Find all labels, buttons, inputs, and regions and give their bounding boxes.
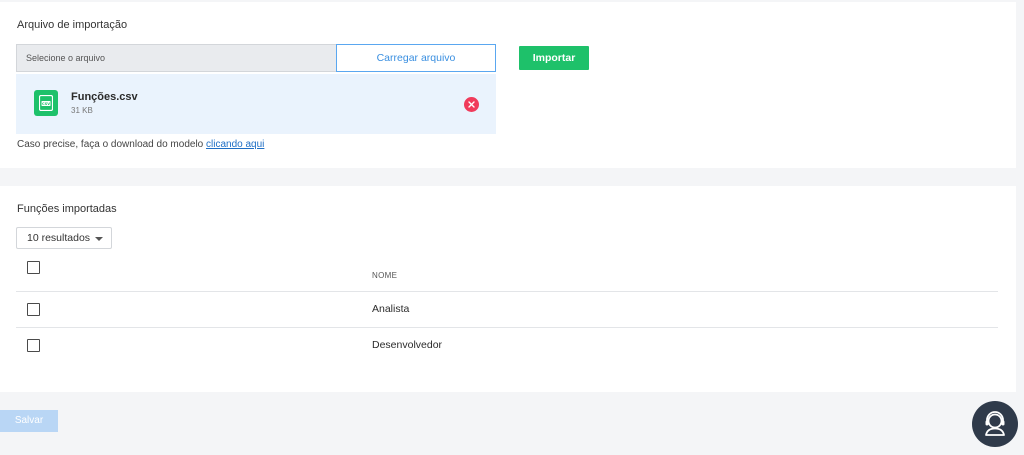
selected-file-card: CSV Funções.csv 31 KB [16,74,496,134]
download-hint-text: Caso precise, faça o download do modelo [17,139,207,150]
file-input[interactable]: Selecione o arquivo [16,44,336,72]
caret-down-icon [95,237,103,241]
download-hint: Caso precise, faça o download do modelo … [17,139,264,150]
svg-text:CSV: CSV [42,102,50,106]
list-section-title: Funções importadas [17,203,117,215]
import-button[interactable]: Importar [519,46,589,70]
row-divider [16,327,998,328]
support-button[interactable] [972,401,1018,447]
select-all-checkbox[interactable] [27,261,40,274]
csv-file-icon: CSV [34,90,58,116]
column-header-name: NOME [372,271,398,280]
file-size: 31 KB [71,106,93,115]
row-checkbox-2[interactable] [27,339,40,352]
table-row-name: Analista [372,303,410,315]
table-row-name: Desenvolvedor [372,339,443,351]
remove-file-button[interactable] [464,97,479,112]
save-button[interactable]: Salvar [0,410,58,432]
headset-support-icon [985,411,1005,436]
import-card: Arquivo de importação Selecione o arquiv… [0,2,1016,168]
imported-list-card: Funções importadas 10 resultados NOME An… [0,186,1016,392]
file-name: Funções.csv [71,91,138,103]
row-divider [16,291,998,292]
close-icon [468,101,475,108]
download-template-link[interactable]: clicando aqui [206,139,264,150]
results-per-page-value: 10 resultados [27,232,91,244]
file-picker: Selecione o arquivo Carregar arquivo [16,44,496,72]
row-checkbox-1[interactable] [27,303,40,316]
import-section-title: Arquivo de importação [17,19,128,31]
results-per-page-select[interactable]: 10 resultados [16,227,112,249]
upload-file-button[interactable]: Carregar arquivo [336,44,496,72]
